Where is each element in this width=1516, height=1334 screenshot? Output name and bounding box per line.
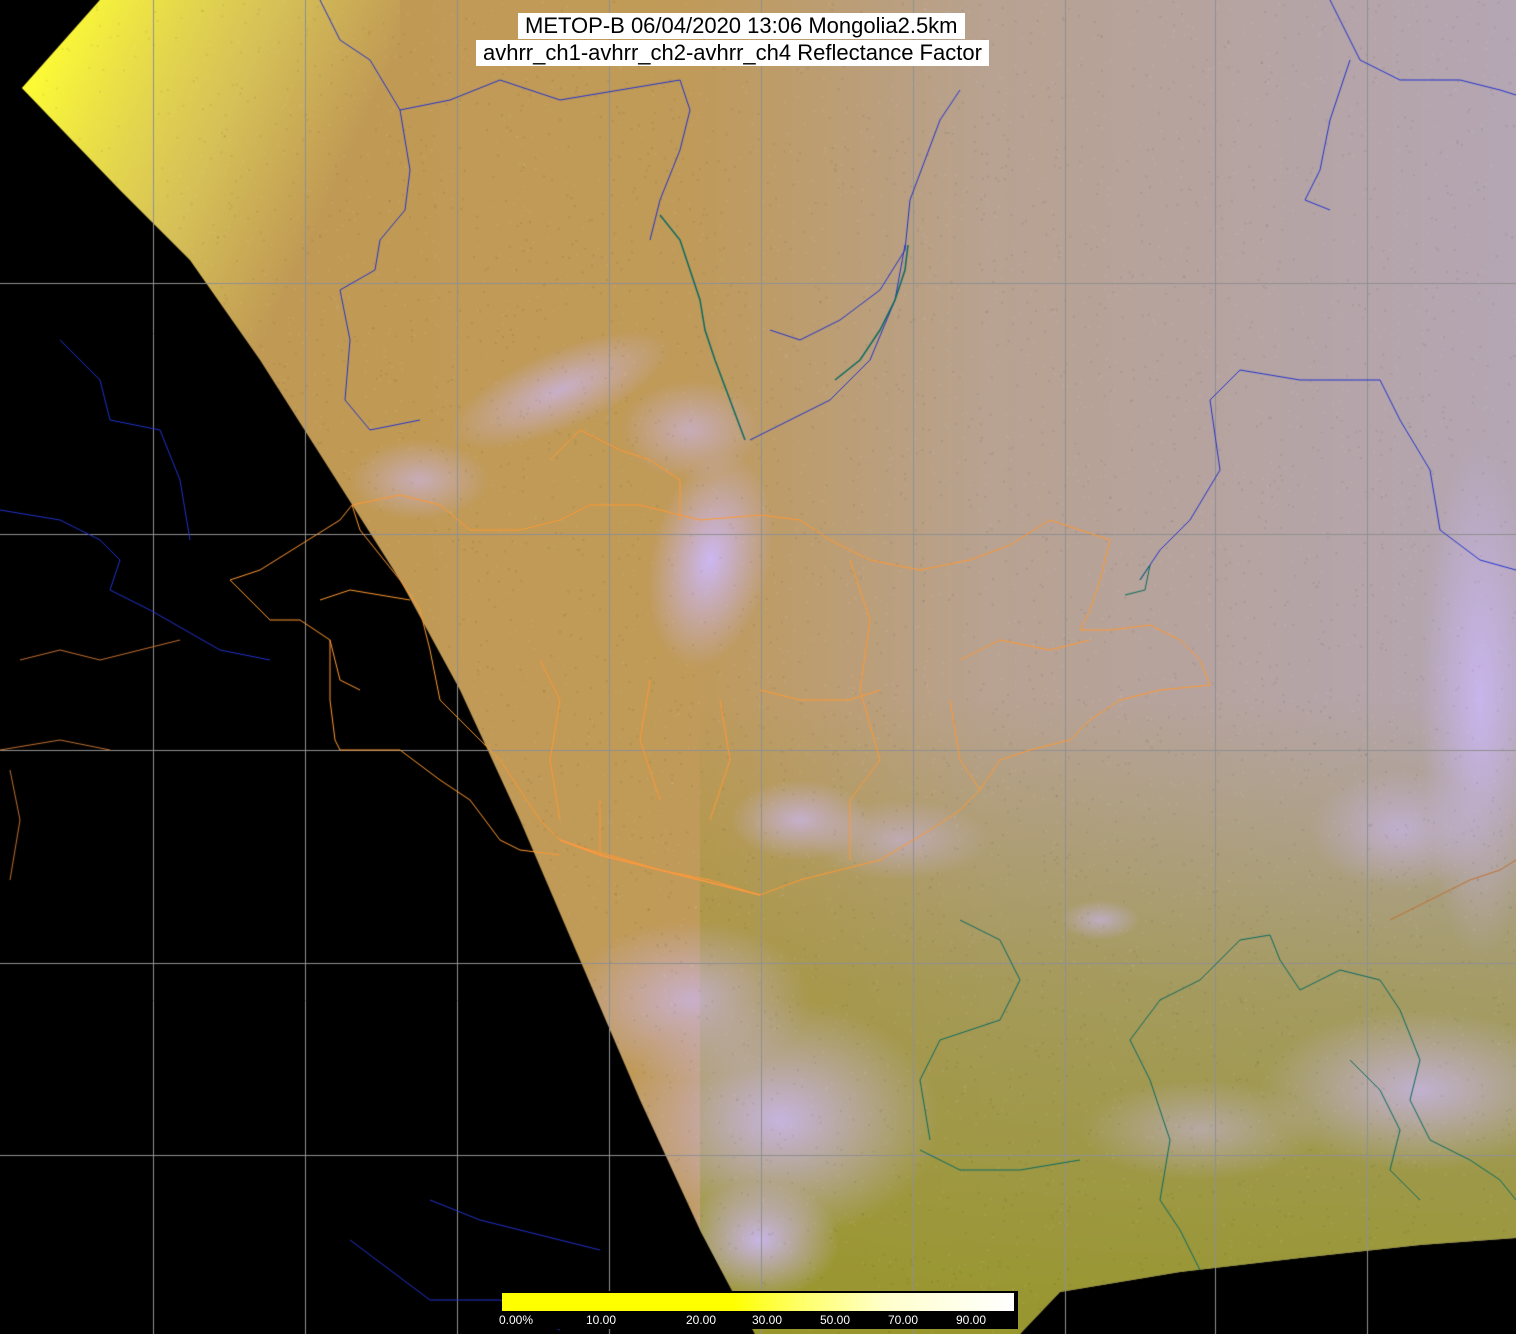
colorbar-legend: 0.00% 10.00 20.00 30.00 50.00 70.00 90.0… — [502, 1291, 1018, 1329]
title-line-1: METOP-B 06/04/2020 13:06 Mongolia2.5km — [518, 13, 965, 39]
colorbar-tick-label: 70.00 — [888, 1313, 918, 1327]
colorbar-tick-label: 30.00 — [752, 1313, 782, 1327]
colorbar-tick-label: 0.00% — [499, 1313, 533, 1327]
colorbar-tick-label: 20.00 — [686, 1313, 716, 1327]
colorbar-tick-label: 90.00 — [956, 1313, 986, 1327]
title-line-2: avhrr_ch1-avhrr_ch2-avhrr_ch4 Reflectanc… — [476, 40, 989, 66]
colorbar-tick-label: 10.00 — [586, 1313, 616, 1327]
colorbar-ramp — [502, 1293, 1014, 1311]
colorbar-tick-label: 50.00 — [820, 1313, 850, 1327]
satellite-image — [0, 0, 1516, 1334]
